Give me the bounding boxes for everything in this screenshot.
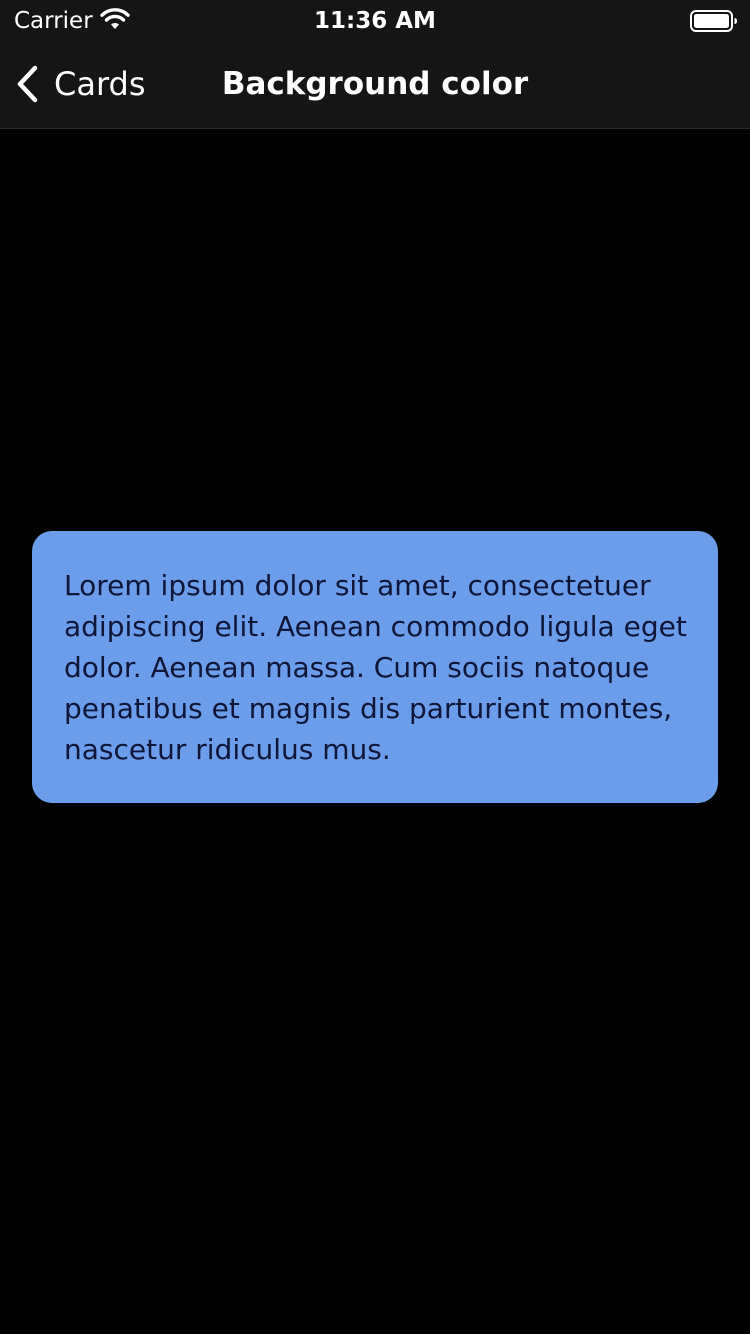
- page-title: Background color: [221, 66, 529, 102]
- top-bar: Carrier 11:36 AM Cards Background color: [0, 0, 750, 129]
- status-time: 11:36 AM: [314, 8, 436, 34]
- card-body-text: Lorem ipsum dolor sit amet, consectetuer…: [64, 569, 687, 766]
- screen: Carrier 11:36 AM Cards Background color …: [0, 0, 750, 1334]
- color-card: Lorem ipsum dolor sit amet, consectetuer…: [32, 531, 718, 803]
- battery-icon: [690, 10, 737, 32]
